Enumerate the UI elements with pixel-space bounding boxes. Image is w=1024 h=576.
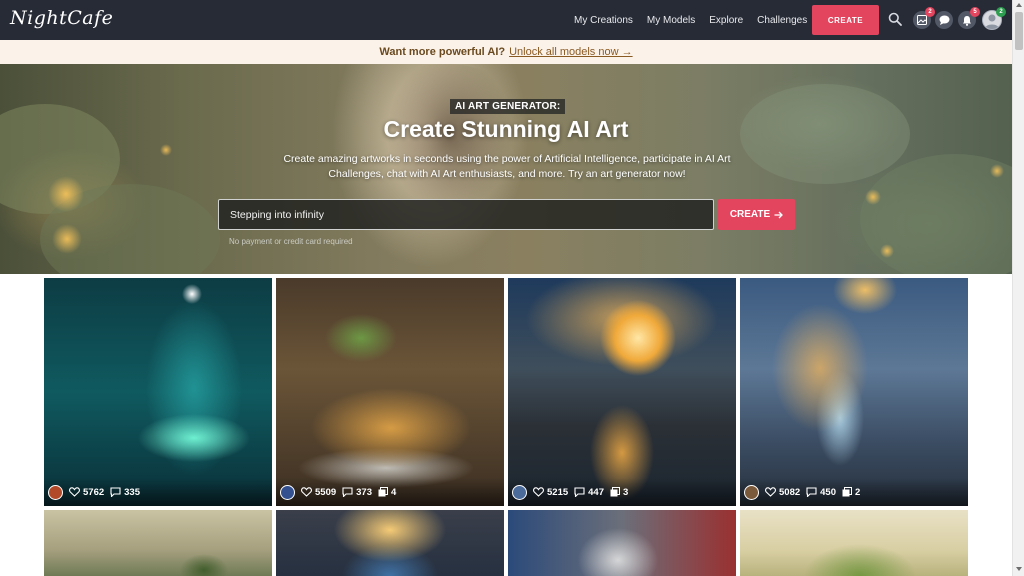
messages-button[interactable] — [935, 11, 953, 29]
likes-count: 5082 — [779, 486, 801, 498]
images-icon — [378, 487, 388, 497]
comment-icon — [342, 487, 353, 497]
comments-count: 335 — [124, 486, 140, 498]
gallery-card[interactable] — [276, 510, 504, 576]
comment-icon — [574, 487, 585, 497]
hero-create-label: CREATE — [729, 209, 771, 220]
likes-stat[interactable]: 5762 — [69, 487, 104, 498]
likes-count: 5509 — [315, 486, 337, 498]
unlock-models-link[interactable]: Unlock all models now → — [509, 46, 633, 58]
comments-stat[interactable]: 373 — [342, 487, 372, 498]
images-count: 3 — [623, 486, 629, 498]
arrow-right-icon — [774, 211, 784, 218]
nav-explore[interactable]: Explore — [709, 15, 743, 26]
gallery-card[interactable] — [508, 510, 736, 576]
comments-stat[interactable]: 450 — [806, 487, 836, 498]
card-stats: 5082 450 2 — [740, 478, 968, 506]
gallery-card[interactable] — [44, 510, 272, 576]
likes-count: 5762 — [83, 486, 105, 498]
likes-stat[interactable]: 5215 — [533, 487, 568, 498]
card-stats: 5509 373 4 — [276, 478, 504, 506]
gallery-card[interactable]: 5215 447 3 — [508, 278, 736, 506]
no-payment-note: No payment or credit card required — [229, 237, 353, 246]
creator-avatar[interactable] — [744, 484, 759, 500]
creator-avatar[interactable] — [48, 484, 63, 500]
hero-bokeh — [880, 244, 894, 258]
profile-badge: 2 — [996, 7, 1006, 17]
heart-icon — [69, 487, 80, 497]
creator-avatar[interactable] — [512, 484, 527, 500]
image-icon — [917, 15, 927, 25]
likes-stat[interactable]: 5082 — [765, 487, 800, 498]
gallery-card[interactable]: 5082 450 2 — [740, 278, 968, 506]
nav-links: My Creations My Models Explore Challenge… — [574, 0, 807, 40]
images-count: 4 — [391, 486, 397, 498]
gallery-card[interactable]: 5762 335 — [44, 278, 272, 506]
scroll-down-arrow-icon[interactable] — [1016, 567, 1022, 571]
hero-bokeh — [52, 224, 82, 254]
hero-tag: AI ART GENERATOR: — [450, 99, 566, 114]
hero-create-button[interactable]: CREATE — [718, 199, 795, 230]
scroll-up-arrow-icon[interactable] — [1016, 3, 1022, 7]
comments-count: 447 — [588, 486, 604, 498]
nightcafe-logo[interactable]: NightCafe — [10, 7, 113, 29]
search-icon[interactable] — [888, 12, 902, 26]
nav-my-creations[interactable]: My Creations — [574, 15, 633, 26]
hero-bokeh — [48, 176, 84, 212]
heart-icon — [765, 487, 776, 497]
images-stat[interactable]: 4 — [378, 487, 396, 498]
images-icon — [610, 487, 620, 497]
images-count: 2 — [855, 486, 861, 498]
comments-count: 373 — [356, 486, 372, 498]
scroll-thumb[interactable] — [1015, 12, 1023, 50]
nav-my-models[interactable]: My Models — [647, 15, 695, 26]
images-stat[interactable]: 3 — [610, 487, 628, 498]
gallery-card[interactable]: 5509 373 4 — [276, 278, 504, 506]
comments-stat[interactable]: 447 — [574, 487, 604, 498]
creator-avatar[interactable] — [280, 484, 295, 500]
nav-challenges[interactable]: Challenges — [757, 15, 807, 26]
card-stats: 5762 335 — [44, 478, 272, 506]
hero-bokeh — [865, 189, 881, 205]
comments-count: 450 — [820, 486, 836, 498]
heart-icon — [301, 487, 312, 497]
images-stat[interactable]: 2 — [842, 487, 860, 498]
nav-create-button[interactable]: CREATE — [812, 5, 879, 35]
likes-count: 5215 — [547, 486, 569, 498]
hero-bokeh — [160, 144, 172, 156]
gallery-badge: 2 — [925, 7, 935, 17]
promo-text: Want more powerful AI? — [379, 46, 506, 58]
hero-title: Create Stunning AI Art — [383, 116, 629, 142]
gallery-card[interactable] — [740, 510, 968, 576]
comment-icon — [806, 487, 817, 497]
page-scrollbar[interactable] — [1012, 0, 1024, 576]
notifications-badge: 5 — [970, 7, 980, 17]
heart-icon — [533, 487, 544, 497]
hero-description: Create amazing artworks in seconds using… — [283, 153, 731, 180]
chat-bubble-icon — [939, 15, 949, 25]
hero-bokeh — [990, 164, 1004, 178]
promo-banner: Want more powerful AI? Unlock all models… — [0, 40, 1012, 64]
comments-stat[interactable]: 335 — [110, 487, 140, 498]
prompt-input[interactable]: Stepping into infinity — [218, 199, 714, 230]
comment-icon — [110, 487, 121, 497]
notifications-button[interactable]: 5 — [958, 7, 980, 29]
card-stats: 5215 447 3 — [508, 478, 736, 506]
images-icon — [842, 487, 852, 497]
top-nav: NightCafe My Creations My Models Explore… — [0, 0, 1012, 40]
gallery-button[interactable]: 2 — [913, 7, 935, 29]
bell-icon — [963, 15, 971, 26]
likes-stat[interactable]: 5509 — [301, 487, 336, 498]
